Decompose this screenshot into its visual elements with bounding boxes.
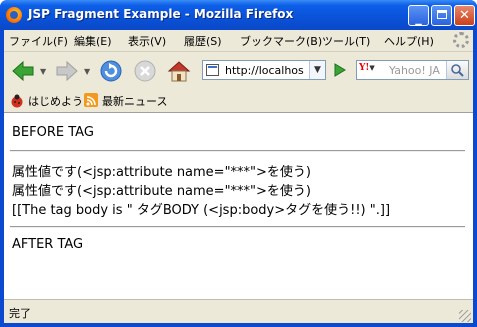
maximize-button[interactable] xyxy=(431,5,452,26)
ladybug-icon xyxy=(10,93,24,108)
status-bar: 完了 xyxy=(4,299,473,324)
browser-window: JSP Fragment Example - Mozilla Firefox _… xyxy=(0,0,477,327)
back-history-dropdown[interactable]: ▼ xyxy=(40,67,46,76)
reload-button[interactable] xyxy=(98,58,124,84)
menu-edit[interactable]: 編集(E) xyxy=(74,33,112,49)
address-bar[interactable]: http://localhos ▼ xyxy=(202,60,326,80)
reload-icon xyxy=(100,60,122,82)
search-icon xyxy=(451,64,464,77)
back-button[interactable] xyxy=(10,59,36,83)
search-engine-selector[interactable]: Y!▼ xyxy=(359,63,385,77)
title-bar: JSP Fragment Example - Mozilla Firefox _… xyxy=(0,0,477,30)
search-button[interactable] xyxy=(446,61,468,79)
stop-button[interactable] xyxy=(132,58,158,84)
menu-help[interactable]: ヘルプ(H) xyxy=(384,33,434,49)
status-text: 完了 xyxy=(9,307,31,320)
home-button[interactable] xyxy=(166,58,192,84)
rss-feed-icon xyxy=(84,93,98,107)
menu-tools[interactable]: ツール(T) xyxy=(322,33,370,49)
page-content: BEFORE TAG 属性値です(<jsp:attribute name="**… xyxy=(4,113,473,299)
bookmark-getting-started[interactable]: はじめよう xyxy=(28,93,83,109)
home-icon xyxy=(167,61,191,82)
go-button[interactable] xyxy=(330,61,348,79)
back-arrow-icon xyxy=(12,60,34,82)
search-engine-label: Y! xyxy=(359,63,370,73)
forward-history-dropdown[interactable]: ▼ xyxy=(84,67,90,76)
tag-body-text: [[The tag body is " タグBODY (<jsp:body>タグ… xyxy=(12,203,391,218)
page-favicon-icon xyxy=(206,64,219,76)
attribute-text-1: 属性値です(<jsp:attribute name="***">を使う) xyxy=(12,165,312,180)
firefox-icon xyxy=(6,7,22,23)
bottom-divider xyxy=(10,226,465,228)
menu-history[interactable]: 履歴(S) xyxy=(184,33,222,49)
resize-grip[interactable] xyxy=(459,310,471,322)
window-bottom-frame xyxy=(0,323,477,327)
menu-bar: ファイル(F) 編集(E) 表示(V) 履歴(S) ブックマーク(B) ツール(… xyxy=(4,30,473,52)
bookmark-latest-news[interactable]: 最新ニュース xyxy=(102,93,167,109)
forward-button[interactable] xyxy=(54,59,80,83)
menu-file[interactable]: ファイル(F) xyxy=(9,33,68,49)
throbber-icon xyxy=(453,32,469,48)
bookmarks-toolbar: はじめよう 最新ニュース xyxy=(4,89,473,113)
close-icon: ✕ xyxy=(459,8,470,23)
menu-view[interactable]: 表示(V) xyxy=(128,33,166,49)
after-tag-text: AFTER TAG xyxy=(12,237,84,252)
window-title: JSP Fragment Example - Mozilla Firefox xyxy=(28,7,294,21)
navigation-toolbar: ▼ ▼ http://localhos ▼ Y!▼ Yahoo! JA xyxy=(4,52,473,89)
maximize-icon xyxy=(436,10,447,19)
search-input[interactable]: Yahoo! JA xyxy=(389,64,443,77)
go-icon xyxy=(334,63,346,77)
address-input[interactable]: http://localhos xyxy=(225,64,305,77)
before-tag-text: BEFORE TAG xyxy=(12,125,94,140)
address-dropdown-button[interactable]: ▼ xyxy=(309,61,325,79)
top-divider xyxy=(10,150,465,152)
close-button[interactable]: ✕ xyxy=(454,5,475,26)
stop-icon xyxy=(134,60,156,82)
attribute-text-2: 属性値です(<jsp:attribute name="***">を使う) xyxy=(12,184,312,199)
forward-arrow-icon xyxy=(56,60,78,82)
search-bar[interactable]: Y!▼ Yahoo! JA xyxy=(356,60,469,80)
minimize-icon: _ xyxy=(415,11,422,26)
menu-bookmarks[interactable]: ブックマーク(B) xyxy=(240,33,322,49)
minimize-button[interactable]: _ xyxy=(408,5,429,26)
